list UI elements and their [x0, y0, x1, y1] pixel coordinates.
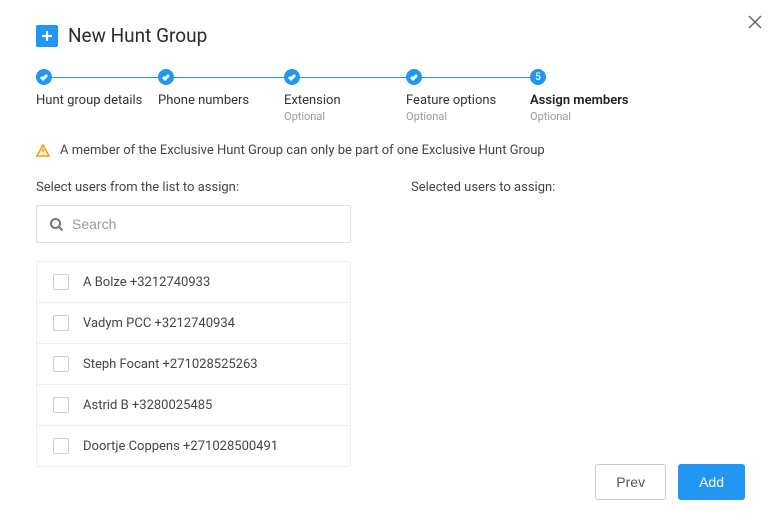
step-extension[interactable]: Extension Optional	[284, 69, 406, 123]
step-phone-numbers[interactable]: Phone numbers	[158, 69, 284, 108]
assign-columns: Select users from the list to assign: A …	[36, 180, 745, 467]
list-item[interactable]: Doortje Coppens +271028500491	[37, 426, 350, 466]
step-label: Hunt group details	[36, 93, 142, 108]
user-label: Doortje Coppens +271028500491	[83, 439, 278, 454]
step-label: Extension	[284, 93, 341, 108]
close-icon	[747, 14, 763, 30]
checkbox[interactable]	[53, 274, 69, 290]
warning-icon	[36, 144, 50, 158]
checkbox[interactable]	[53, 315, 69, 331]
search-input[interactable]	[72, 216, 338, 232]
step-label: Phone numbers	[158, 93, 249, 108]
dialog-new-hunt-group: New Hunt Group Hunt group details Phone …	[0, 0, 781, 518]
selected-users-column: Selected users to assign:	[411, 180, 745, 467]
check-icon	[406, 69, 422, 85]
stepper-line	[52, 77, 158, 78]
close-button[interactable]	[743, 10, 767, 34]
warning-text: A member of the Exclusive Hunt Group can…	[60, 143, 545, 158]
checkbox[interactable]	[53, 356, 69, 372]
step-assign-members[interactable]: 5 Assign members Optional	[530, 69, 629, 123]
dialog-title: New Hunt Group	[68, 24, 207, 47]
stepper-line	[422, 77, 530, 78]
check-icon	[284, 69, 300, 85]
step-label: Assign members	[530, 93, 629, 108]
available-title: Select users from the list to assign:	[36, 180, 351, 195]
user-label: Steph Focant +271028525263	[83, 357, 258, 372]
list-item[interactable]: Vadym PCC +3212740934	[37, 303, 350, 344]
user-label: A Bolze +3212740933	[83, 275, 210, 290]
step-number-icon: 5	[530, 69, 546, 85]
user-label: Vadym PCC +3212740934	[83, 316, 235, 331]
list-item[interactable]: Steph Focant +271028525263	[37, 344, 350, 385]
available-users-column: Select users from the list to assign: A …	[36, 180, 351, 467]
dialog-footer: Prev Add	[595, 464, 745, 500]
warning-message: A member of the Exclusive Hunt Group can…	[36, 143, 745, 158]
user-list: A Bolze +3212740933 Vadym PCC +321274093…	[36, 261, 351, 467]
check-icon	[158, 69, 174, 85]
step-sublabel: Optional	[530, 110, 571, 123]
check-icon	[36, 69, 52, 85]
stepper-line	[300, 77, 406, 78]
dialog-header: New Hunt Group	[36, 24, 745, 47]
step-hunt-group-details[interactable]: Hunt group details	[36, 69, 158, 108]
stepper: Hunt group details Phone numbers Extensi…	[36, 69, 745, 123]
prev-button[interactable]: Prev	[595, 464, 666, 500]
checkbox[interactable]	[53, 438, 69, 454]
search-box[interactable]	[36, 205, 351, 243]
add-button[interactable]: Add	[678, 464, 745, 500]
checkbox[interactable]	[53, 397, 69, 413]
list-item[interactable]: Astrid B +3280025485	[37, 385, 350, 426]
user-label: Astrid B +3280025485	[83, 398, 212, 413]
step-sublabel: Optional	[406, 110, 447, 123]
step-label: Feature options	[406, 93, 496, 108]
step-sublabel: Optional	[284, 110, 325, 123]
list-item[interactable]: A Bolze +3212740933	[37, 262, 350, 303]
selected-title: Selected users to assign:	[411, 180, 745, 195]
stepper-line	[174, 77, 284, 78]
step-feature-options[interactable]: Feature options Optional	[406, 69, 530, 123]
search-icon	[49, 217, 64, 232]
plus-icon	[36, 25, 58, 47]
